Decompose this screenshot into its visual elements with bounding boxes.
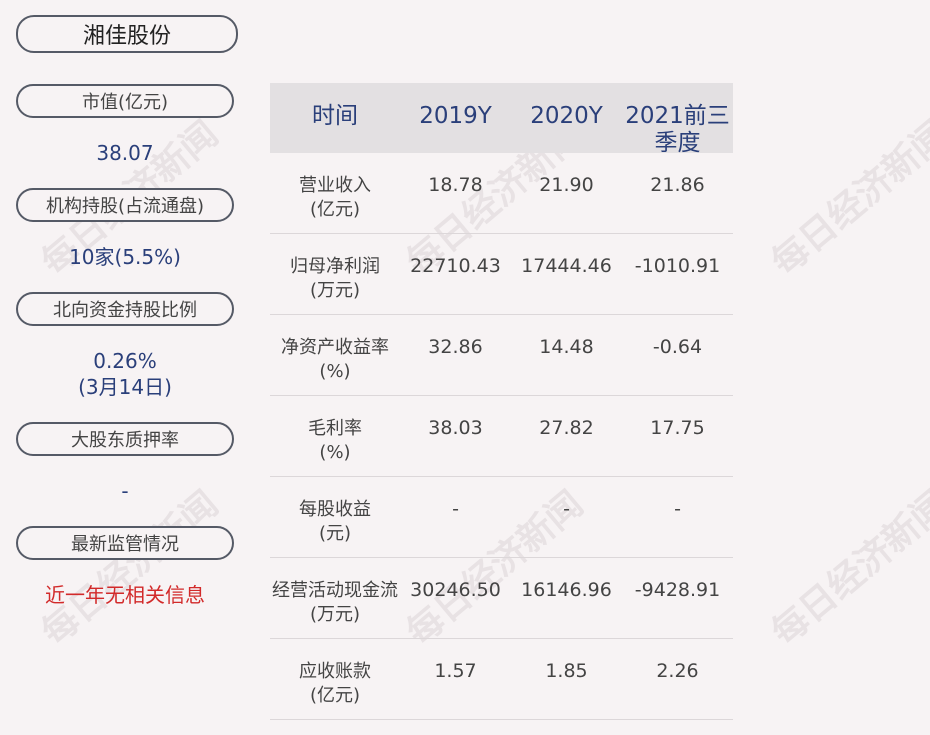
institutional-holding-value: 10家(5.5%)	[69, 245, 181, 269]
table-cell: 2.26	[656, 660, 699, 682]
market-cap-label: 市值(亿元)	[16, 84, 234, 118]
table-cell: -	[452, 498, 459, 520]
northbound-holding-label: 北向资金持股比例	[16, 292, 234, 326]
northbound-holding-value: 0.26%	[93, 349, 157, 373]
stock-name-badge: 湘佳股份	[16, 15, 238, 53]
row-label: 经营活动现金流 (万元)	[272, 580, 398, 625]
table-row: 经营活动现金流 (万元) 30246.50 16146.96 -9428.91	[270, 558, 733, 639]
table-header: 时间 2019Y 2020Y 2021前三季度	[270, 83, 733, 156]
watermark: 每日经济新闻	[764, 483, 930, 654]
table-cell: 21.86	[650, 174, 705, 196]
table-row: 每股收益 (元) - - -	[270, 477, 733, 558]
header-2020: 2020Y	[530, 103, 603, 129]
table-cell: 1.57	[434, 660, 477, 682]
table-cell: 1.85	[545, 660, 588, 682]
regulation-label: 最新监管情况	[16, 526, 234, 560]
watermark: 每日经济新闻	[764, 113, 930, 284]
table-cell: 38.03	[428, 417, 483, 439]
table-cell: -	[563, 498, 570, 520]
table-cell: 16146.96	[521, 579, 612, 601]
table-cell: -	[674, 498, 681, 520]
table-row: 营业收入 (亿元) 18.78 21.90 21.86	[270, 153, 733, 234]
northbound-holding-date: (3月14日)	[78, 375, 172, 399]
table-cell: 30246.50	[410, 579, 501, 601]
financial-table: 时间 2019Y 2020Y 2021前三季度 营业收入 (亿元) 18.78 2…	[270, 83, 733, 720]
institutional-holding-label: 机构持股(占流通盘)	[16, 188, 234, 222]
table-cell: 32.86	[428, 336, 483, 358]
header-time: 时间	[312, 103, 358, 129]
row-label: 归母净利润 (万元)	[290, 256, 380, 301]
regulation-value: 近一年无相关信息	[45, 583, 205, 607]
row-label: 每股收益 (元)	[299, 499, 371, 544]
table-cell: -1010.91	[634, 255, 721, 277]
row-label: 营业收入 (亿元)	[299, 175, 371, 220]
table-cell: 22710.43	[410, 255, 501, 277]
header-2019: 2019Y	[419, 103, 492, 129]
table-cell: 27.82	[539, 417, 594, 439]
table-cell: 18.78	[428, 174, 483, 196]
table-cell: 17444.46	[521, 255, 612, 277]
header-2021q3: 2021前三季度	[625, 103, 730, 156]
table-row: 净资产收益率 (%) 32.86 14.48 -0.64	[270, 315, 733, 396]
row-label: 应收账款 (亿元)	[299, 661, 371, 706]
row-label: 净资产收益率 (%)	[281, 337, 389, 382]
table-row: 应收账款 (亿元) 1.57 1.85 2.26	[270, 639, 733, 720]
market-cap-value: 38.07	[96, 141, 154, 165]
table-cell: 21.90	[539, 174, 594, 196]
pledge-ratio-value: -	[121, 479, 129, 503]
table-cell: 17.75	[650, 417, 705, 439]
table-cell: -0.64	[652, 336, 703, 358]
row-label: 毛利率 (%)	[308, 418, 362, 463]
table-cell: -9428.91	[634, 579, 721, 601]
table-cell: 14.48	[539, 336, 594, 358]
table-row: 毛利率 (%) 38.03 27.82 17.75	[270, 396, 733, 477]
pledge-ratio-label: 大股东质押率	[16, 422, 234, 456]
table-row: 归母净利润 (万元) 22710.43 17444.46 -1010.91	[270, 234, 733, 315]
